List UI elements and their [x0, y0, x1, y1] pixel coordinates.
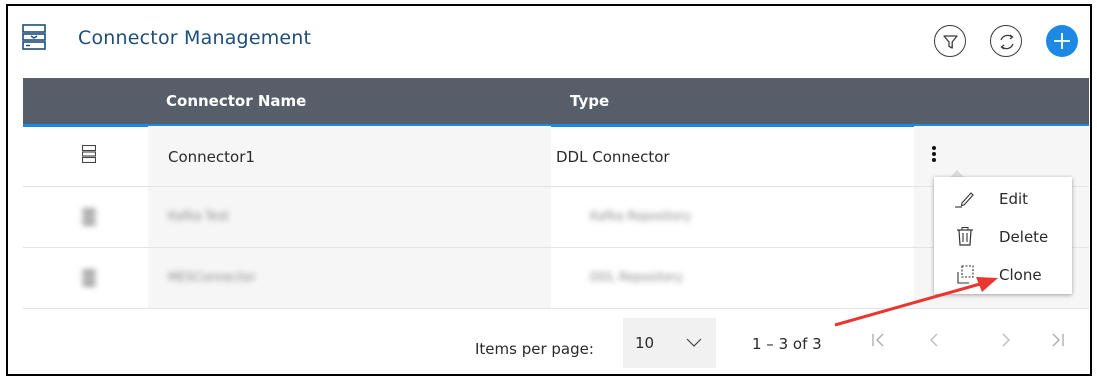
column-header-connector-name[interactable]: Connector Name	[166, 92, 306, 110]
filter-icon	[943, 35, 958, 49]
last-page-icon[interactable]	[1050, 332, 1066, 348]
filter-button[interactable]	[934, 25, 966, 57]
menu-item-edit[interactable]: Edit	[934, 180, 1072, 217]
first-page-icon[interactable]	[870, 332, 886, 348]
annotation-arrow-icon	[834, 277, 998, 327]
connector-name-cell: MESConnector	[168, 270, 256, 284]
page-range-label: 1 – 3 of 3	[752, 335, 822, 353]
connector-icon	[82, 269, 96, 287]
add-icon	[1054, 33, 1070, 49]
connector-name-cell: Connector1	[168, 148, 255, 166]
previous-page-icon[interactable]	[926, 332, 942, 348]
trash-icon	[957, 227, 973, 246]
connector-icon	[82, 208, 96, 226]
connector-icon	[82, 145, 96, 163]
menu-item-delete[interactable]: Delete	[934, 218, 1072, 255]
more-options-icon[interactable]	[930, 145, 938, 163]
menu-item-label: Clone	[999, 266, 1042, 284]
connector-type-cell: DDL Connector	[556, 148, 670, 166]
items-per-page-label: Items per page:	[475, 340, 594, 358]
column-header-type[interactable]: Type	[570, 92, 609, 110]
connector-type-cell: DDL Repository	[590, 270, 683, 284]
refresh-icon	[1000, 34, 1014, 50]
page-size-value: 10	[635, 334, 655, 352]
table-row[interactable]: Kafka Test Kafka Repository	[23, 187, 1089, 248]
refresh-button[interactable]	[990, 25, 1022, 57]
menu-item-label: Edit	[999, 190, 1029, 208]
page-title: Connector Management	[78, 27, 312, 49]
menu-item-label: Delete	[999, 228, 1049, 246]
next-page-icon[interactable]	[998, 332, 1014, 348]
add-connector-button[interactable]	[1046, 25, 1078, 57]
chevron-down-icon	[686, 338, 702, 347]
connector-name-cell: Kafka Test	[168, 209, 229, 223]
page-size-select[interactable]: 10	[623, 318, 716, 368]
table-header: Connector Name Type	[23, 78, 1089, 127]
connector-type-cell: Kafka Repository	[590, 209, 691, 223]
connector-icon	[22, 24, 46, 50]
pencil-icon	[955, 192, 974, 208]
